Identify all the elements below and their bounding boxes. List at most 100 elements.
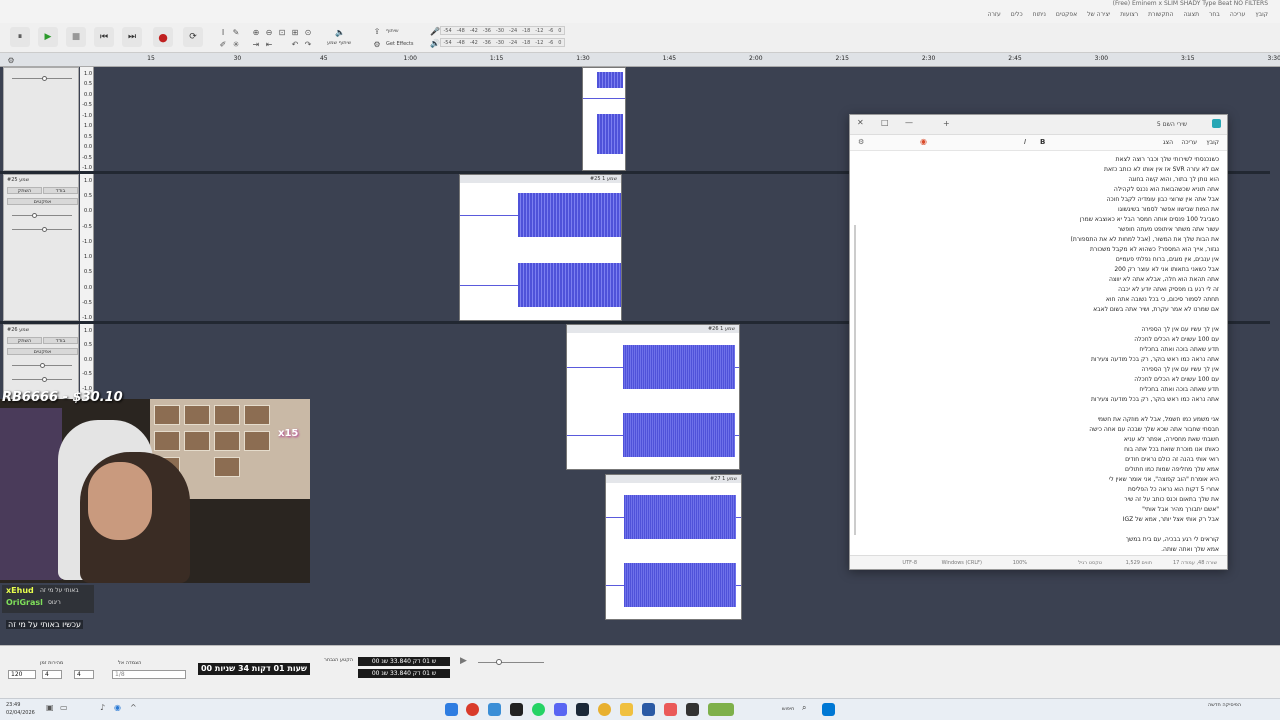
app-icon-6[interactable] <box>686 703 699 716</box>
zoom-toggle-icon[interactable]: ⊙ <box>303 27 313 37</box>
document-line[interactable]: היא אומרת "הוב קפוצה", אני אומר שאין לי <box>1019 475 1219 485</box>
app-icon-1[interactable] <box>445 703 458 716</box>
italic-icon[interactable]: I <box>1024 138 1026 146</box>
document-line[interactable]: אין ענבים, אין מוגים, ברוח נפלתי פעמיים <box>1019 255 1219 265</box>
multi-tool-icon[interactable]: ✳ <box>231 39 241 49</box>
track-3-solo-button[interactable]: בודד <box>43 337 78 344</box>
display-icon[interactable]: ▭ <box>60 703 68 712</box>
app-icon-3[interactable] <box>488 703 501 716</box>
track-3-mute-button[interactable]: השתק <box>7 337 42 344</box>
document-line[interactable]: את המות שבישוו אפשר לסמור בשיגשוגו <box>1019 205 1219 215</box>
network-icon[interactable]: ◉ <box>114 703 121 712</box>
document-line[interactable]: הוא נותן לך בתור, והוא קשה בחוגה <box>1019 175 1219 185</box>
document-line[interactable]: אבל רק אותי אצל יותר, אמא של IGZ <box>1019 515 1219 525</box>
document-line[interactable]: "אשם יתבורך מהיר אבל אותי" <box>1019 505 1219 515</box>
snap-select[interactable]: 1/8 <box>112 670 186 679</box>
zoom-in-icon[interactable]: ⊕ <box>251 27 261 37</box>
track-3-pan-slider[interactable] <box>12 377 72 382</box>
time-signature-lower[interactable]: 4 <box>74 670 94 679</box>
document-line[interactable]: אמא שלך ואתה שותה. <box>1019 545 1219 555</box>
document-line[interactable]: אתה נראה כמו ראש בוקר, רק בכל מודעה צעיר… <box>1019 355 1219 365</box>
snap-label[interactable]: הצמדה אל <box>118 660 141 666</box>
playback-speed-slider[interactable] <box>478 659 544 665</box>
clip-26[interactable]: שמע 1 #26 <box>566 324 740 470</box>
document-line[interactable]: עם 100 עשוים לא הכלים לחכלה <box>1019 375 1219 385</box>
document-line[interactable]: אם לא עזרה SVR אז אין אותו לא כותב כזאת <box>1019 165 1219 175</box>
document-line[interactable]: קוראים לי רגע בבכיה, עם בית במשך <box>1019 535 1219 545</box>
menu-item[interactable]: עזרה <box>988 11 1001 18</box>
play-at-speed-icon[interactable]: ▶ <box>460 656 467 666</box>
timeline-settings-icon[interactable]: ⚙ <box>6 55 16 65</box>
app-icon-5[interactable] <box>664 703 677 716</box>
clip-25-label[interactable]: שמע 1 #25 <box>460 175 621 183</box>
get-effects-button[interactable]: Get Effects <box>386 41 414 47</box>
speaker-icon[interactable]: 🔈 <box>335 27 345 37</box>
search-label[interactable]: חיפוש <box>782 706 794 712</box>
track-2-pan-slider[interactable] <box>12 227 72 232</box>
chrome-icon[interactable] <box>598 703 611 716</box>
zoom-out-icon[interactable]: ⊖ <box>264 27 274 37</box>
menu-item[interactable]: התקשורת <box>1148 11 1173 18</box>
search-icon[interactable]: ⌕ <box>802 703 806 713</box>
document-line[interactable]: אמא שלך מחליפה שמות כמו חתולים <box>1019 465 1219 475</box>
notification-icon[interactable]: ▣ <box>46 703 54 712</box>
document-line[interactable]: אבל אתה אין שרוצי כבון עומדיה לקבל חוכה <box>1019 195 1219 205</box>
document-scrollbar[interactable] <box>854 225 856 535</box>
document-line[interactable]: אין לך עשיו עם אין לך הספירה <box>1019 325 1219 335</box>
file-explorer-icon[interactable] <box>620 703 633 716</box>
track-3-gain-slider[interactable] <box>12 363 72 368</box>
track-2-name[interactable]: שמע #25 <box>7 177 29 183</box>
loop-button[interactable]: ⟳ <box>183 27 203 47</box>
document-line[interactable]: את הבות שלך את המשור, (אבל למחות לא את ה… <box>1019 235 1220 245</box>
document-line[interactable] <box>1019 315 1219 325</box>
discord-icon[interactable] <box>554 703 567 716</box>
settings-icon[interactable]: ⚙ <box>858 138 864 146</box>
selection-start[interactable]: 00 ש 01 דק 33.840 שנ <box>358 657 450 666</box>
draw-tool-icon[interactable]: ✐ <box>218 39 228 49</box>
doc-menu-edit[interactable]: עריכה <box>1181 139 1197 146</box>
document-line[interactable]: רואי אותי בהנה זה כולם נראים חודים <box>1019 455 1219 465</box>
document-line[interactable]: כשביבל 100 פנסים אותה חמסר הבל יא כאוצבא… <box>1019 215 1219 225</box>
clock-date[interactable]: 02/04/2026 <box>6 710 35 716</box>
select-tool-icon[interactable]: I <box>218 27 228 37</box>
terminal-icon[interactable] <box>510 703 523 716</box>
document-line[interactable]: אתה תהאת הוא חלה, אבלא אתה לא יווצה <box>1019 275 1219 285</box>
app-icon-4[interactable] <box>642 703 655 716</box>
document-line[interactable] <box>1019 525 1219 535</box>
track-2-effects-button[interactable]: אפקטים <box>7 198 78 205</box>
document-line[interactable]: תדע שאתה בוכה ואתה בחכליח <box>1019 345 1219 355</box>
menu-item[interactable]: עריכה <box>1230 11 1246 18</box>
effects-icon[interactable]: ⚙ <box>372 39 382 49</box>
clip-top[interactable] <box>582 67 626 171</box>
envelope-tool-icon[interactable]: ✎ <box>231 27 241 37</box>
time-signature-upper[interactable]: 4 <box>42 670 62 679</box>
gain-slider[interactable] <box>12 76 72 81</box>
lyrics-document-window[interactable]: ✕ □ — + שירי השם 5 קובץ עריכה הצג ⚙ B I … <box>849 114 1228 570</box>
clock-time[interactable]: 23:49 <box>6 702 20 708</box>
new-tab-icon[interactable]: + <box>943 119 950 128</box>
track-2-mute-button[interactable]: השתק <box>7 187 42 194</box>
record-meter[interactable]: -54 -48 -42 -36 -30 -24 -18 -12 -6 0 <box>440 26 565 35</box>
bold-icon[interactable]: B <box>1040 138 1045 146</box>
menu-item[interactable]: רצועות <box>1120 11 1138 18</box>
selection-end[interactable]: 00 ש 01 דק 33.840 שנ <box>358 669 450 678</box>
stop-button[interactable]: ■ <box>66 27 86 47</box>
doc-menu-view[interactable]: הצג <box>1163 139 1173 146</box>
time-display[interactable]: 00 שעות 01 דקות 34 שניות <box>198 663 310 675</box>
document-line[interactable]: אתה תוניא שכשהבואת הוא נכנס לקהילה <box>1019 185 1219 195</box>
document-line[interactable]: אתה נראה כמו ראש בוקר, רק בכל מודעה צעיר… <box>1019 395 1219 405</box>
clip-25[interactable]: שמע 1 #25 <box>459 174 622 321</box>
menu-item[interactable]: יצירה של <box>1087 11 1110 18</box>
tray-expand-icon[interactable]: ^ <box>130 703 137 712</box>
track-3-name[interactable]: שמע #26 <box>7 327 29 333</box>
undo-icon[interactable]: ↶ <box>290 39 300 49</box>
document-line[interactable] <box>1019 405 1219 415</box>
document-line[interactable]: תחתה לסמור סיכום, כי בכל נשובה אתה חוא <box>1019 295 1219 305</box>
clip-27[interactable]: שמע 1 #27 <box>605 474 742 620</box>
skip-end-button[interactable]: ⏭ <box>122 27 142 47</box>
document-line[interactable]: אבל כשאני בתאותו אני לא עוצר רק 200 <box>1019 265 1219 275</box>
document-line[interactable]: עשור אתה משתר איתופט מעתה חופשר <box>1019 225 1219 235</box>
volume-icon[interactable]: ♪ <box>100 703 105 712</box>
menu-item[interactable]: כלים <box>1011 11 1023 18</box>
clip-26-label[interactable]: שמע 1 #26 <box>567 325 739 333</box>
